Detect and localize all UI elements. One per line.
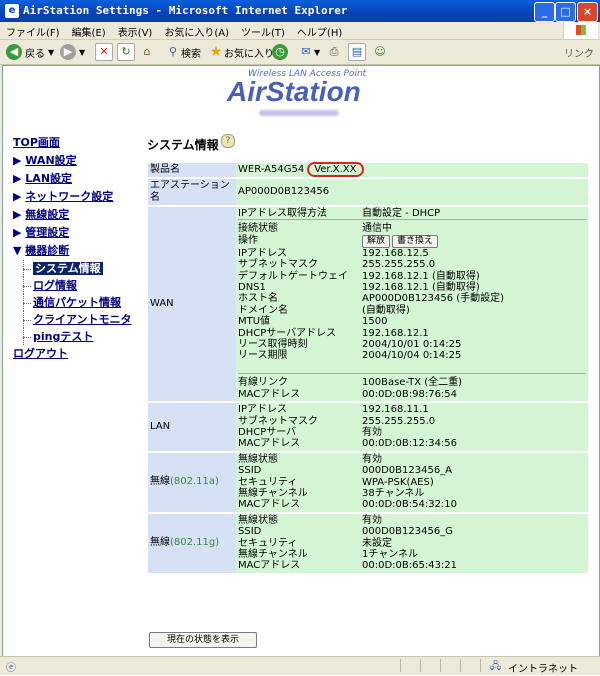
history-button[interactable]: ◷ (272, 42, 291, 62)
refresh-button[interactable]: ↻ (117, 42, 135, 62)
zone-label: イントラネット (508, 664, 578, 675)
product-model: WER-A54G54 (238, 164, 305, 175)
nav-lan[interactable]: ▶ LAN設定 (13, 170, 132, 188)
wan-label: WAN (148, 207, 236, 402)
menu-bar: ファイル(F) 編集(E) 表示(V) お気に入り(A) ツール(T) ヘルプ(H) (0, 22, 600, 40)
release-button[interactable]: 解放 (362, 234, 391, 248)
nav-network[interactable]: ▶ ネットワーク設定 (13, 188, 132, 206)
page-title: システム情報 (147, 138, 219, 152)
print-button[interactable]: ⎙ (326, 42, 342, 62)
product-value: WER-A54G54 Ver.X.XX (236, 162, 588, 177)
menu-edit[interactable]: 編集(E) (66, 22, 112, 39)
dropdown-arrow-icon: ▼ (79, 47, 86, 57)
mail-icon: ✉ (301, 45, 311, 58)
nav-client-monitor[interactable]: クライアントモニタ (13, 311, 132, 328)
search-icon: ⚲ (168, 45, 178, 58)
lan-details: IPアドレス 192.168.11.1 サブネットマスク 255.255.255.0… (238, 404, 458, 450)
intranet-icon: 🖧 (490, 661, 502, 672)
search-button[interactable]: ⚲ 検索 (165, 42, 201, 62)
star-icon: ★ (209, 44, 223, 60)
nav-system-info[interactable]: システム情報 (13, 260, 132, 277)
back-arrow-icon: ◀ (6, 44, 22, 60)
favorites-label: お気に入り (224, 48, 274, 60)
nav-diagnostics[interactable]: ▼ 機器診断 (13, 242, 132, 260)
page-done-icon: ⓔ (6, 663, 16, 674)
title-bar: e AirStation Settings - Microsoft Intern… (0, 0, 600, 22)
renew-button[interactable]: 書き換え (392, 234, 439, 248)
wireless-g-row: 無線(802.11g) 無線状態 有効 SSID 000D0B123456_G セキ… (148, 513, 588, 573)
product-label: 製品名 (148, 163, 236, 177)
wan-details: IPアドレス取得方法 自動設定 - DHCP 接続状態 通信中 操作 解放 書き換え I… (238, 208, 586, 400)
back-label: 戻る (25, 48, 45, 60)
history-icon: ◷ (272, 44, 288, 60)
edit-button[interactable]: ▤ (348, 42, 366, 62)
menu-tools[interactable]: ツール(T) (235, 22, 291, 39)
airstation-logo: AirStation (227, 76, 361, 107)
system-info-table: 製品名 WER-A54G54 Ver.X.XX エアステーション名 AP000D0… (148, 161, 588, 575)
wireless-a-details: 無線状態 有効 SSID 000D0B123456_A セキュリティ WPA-PSK(… (238, 453, 458, 511)
dropdown-arrow-icon: ▼ (314, 47, 321, 57)
menu-help[interactable]: ヘルプ(H) (291, 22, 348, 39)
product-row: 製品名 WER-A54G54 Ver.X.XX (148, 162, 588, 177)
window-title: AirStation Settings - Microsoft Internet… (23, 4, 348, 17)
help-icon[interactable]: ? (221, 134, 235, 148)
nav-ping-test[interactable]: pingテスト (13, 328, 132, 345)
airstation-name-label: エアステーション名 (148, 179, 236, 205)
browser-window: e AirStation Settings - Microsoft Intern… (0, 0, 600, 675)
nav-log-info[interactable]: ログ情報 (13, 277, 132, 294)
back-button[interactable]: ◀ 戻る ▼ (6, 42, 54, 62)
dropdown-arrow-icon: ▼ (48, 47, 55, 57)
show-status-button[interactable]: 現在の状態を表示 (149, 632, 257, 648)
stop-icon: ✕ (95, 43, 113, 61)
links-label[interactable]: リンク (564, 45, 594, 60)
menu-favorites[interactable]: お気に入り(A) (158, 22, 235, 39)
messenger-icon: ☺ (374, 45, 386, 58)
ie-icon: e (5, 4, 19, 18)
wireless-a-label: 無線(802.11a) (148, 452, 236, 512)
printer-icon: ⎙ (329, 45, 339, 58)
forward-button[interactable]: ▶ ▼ (60, 42, 85, 62)
menu-view[interactable]: 表示(V) (112, 22, 159, 39)
refresh-icon: ↻ (117, 43, 135, 61)
nav-top[interactable]: TOP画面 (13, 134, 132, 152)
lan-row: LAN IPアドレス 192.168.11.1 サブネットマスク 255.255.2… (148, 403, 588, 451)
minimize-button[interactable]: _ (534, 2, 555, 22)
maximize-button[interactable]: □ (555, 2, 576, 22)
stop-button[interactable]: ✕ (95, 42, 113, 62)
wan-row: WAN IPアドレス取得方法 自動設定 - DHCP 接続状態 通信中 操作 解放 書き… (148, 207, 588, 402)
wireless-g-label: 無線(802.11g) (148, 513, 236, 573)
nav-packet-info[interactable]: 通信パケット情報 (13, 294, 132, 311)
toolbar: ◀ 戻る ▼ ▶ ▼ ✕ ↻ ⌂ ⚲ 検索 ★ お気に入り ◷ ✉ ▼ ⎙ ▤ … (0, 40, 600, 65)
product-version: Ver.X.XX (307, 162, 364, 177)
left-navigation: TOP画面 ▶ WAN設定 ▶ LAN設定 ▶ ネットワーク設定 ▶ 無線設定 … (13, 134, 132, 363)
page-content: Wireless LAN Access Point AirStation TOP… (2, 65, 600, 657)
search-label: 検索 (181, 48, 201, 60)
menu-file[interactable]: ファイル(F) (0, 22, 66, 39)
close-button[interactable]: × (577, 2, 598, 22)
mail-button[interactable]: ✉ ▼ (298, 42, 320, 62)
nav-wireless[interactable]: ▶ 無線設定 (13, 206, 132, 224)
brand-subtitle-blur (259, 110, 339, 116)
airstation-name-value: AP000D0B123456 (236, 179, 588, 205)
wireless-g-details: 無線状態 有効 SSID 000D0B123456_G セキュリティ 未設定 無線チャ… (238, 514, 458, 572)
nav-logout[interactable]: ログアウト (13, 345, 132, 363)
wireless-a-row: 無線(802.11a) 無線状態 有効 SSID 000D0B123456_A セキ… (148, 452, 588, 512)
nav-admin[interactable]: ▶ 管理設定 (13, 224, 132, 242)
edit-page-icon: ▤ (348, 43, 366, 61)
lan-label: LAN (148, 403, 236, 451)
home-button[interactable]: ⌂ (139, 42, 155, 62)
favorites-button[interactable]: ★ お気に入り (208, 42, 274, 62)
windows-logo-icon (563, 22, 598, 39)
status-bar: ⓔ 🖧 イントラネット (0, 656, 600, 675)
forward-arrow-icon: ▶ (60, 44, 76, 60)
home-icon: ⌂ (143, 45, 151, 58)
airstation-name-row: エアステーション名 AP000D0B123456 (148, 179, 588, 205)
nav-wan[interactable]: ▶ WAN設定 (13, 152, 132, 170)
messenger-button[interactable]: ☺ (372, 42, 388, 62)
